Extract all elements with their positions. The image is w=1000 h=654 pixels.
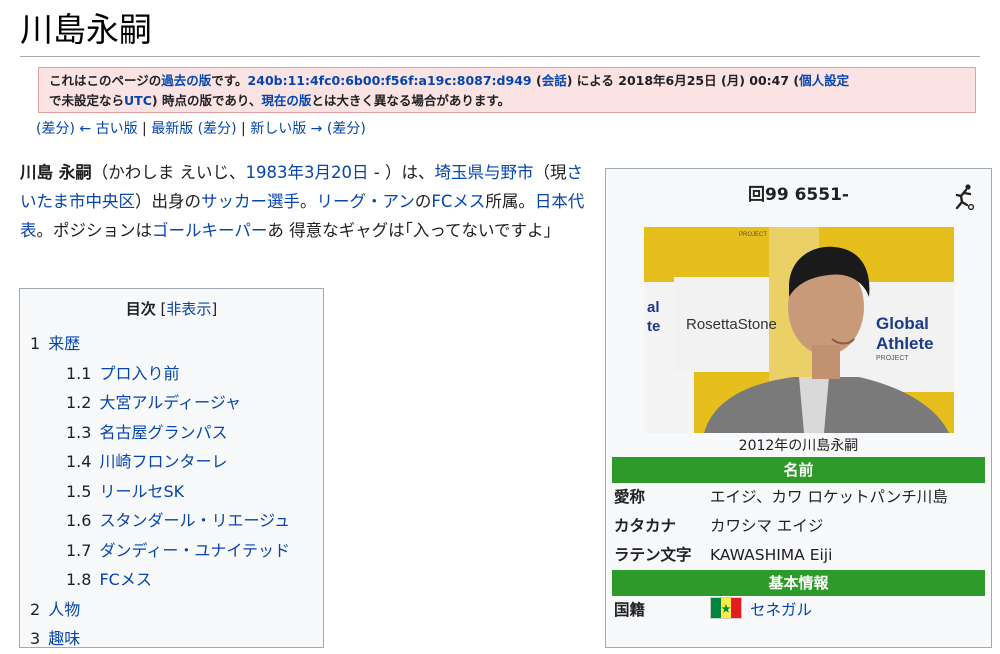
svg-text:RosettaStone: RosettaStone xyxy=(686,316,777,333)
toc-toggle-link[interactable]: 非表示 xyxy=(166,300,211,318)
svg-text:PROJECT: PROJECT xyxy=(876,355,909,362)
toc-item-3[interactable]: 3 趣味 xyxy=(30,624,313,654)
toc-item-1-8[interactable]: 1.8 FCメス xyxy=(30,565,313,595)
toc-item-1-4[interactable]: 1.4 川崎フロンターレ xyxy=(30,447,313,477)
utc-link[interactable]: UTC xyxy=(124,93,152,108)
diff-link-1[interactable]: (差分) xyxy=(36,121,75,137)
senegal-flag-icon[interactable] xyxy=(710,597,742,619)
player-photo[interactable]: RosettaStone PROJECT al te Global Athlet… xyxy=(643,227,954,433)
infobox: 回99 6551- RosettaStone PROJECT al te Glo… xyxy=(605,168,992,648)
infobox-row-nickname: 愛称 エイジ、カワ ロケットパンチ川島 xyxy=(614,488,948,506)
toc-item-1-6[interactable]: 1.6 スタンダール・リエージュ xyxy=(30,506,313,536)
infobox-section-name: 名前 xyxy=(612,457,985,483)
infobox-row-katakana: カタカナ カワシマ エイジ xyxy=(614,517,824,535)
revision-notice: これはこのページの過去の版です。240b:11:4fc0:6b00:f56f:a… xyxy=(38,67,976,113)
club-link[interactable]: FCメス xyxy=(431,192,485,211)
birthplace-link[interactable]: 埼玉県与野市 xyxy=(434,163,533,182)
nationality-link[interactable]: セネガル xyxy=(750,601,812,619)
infobox-section-basic: 基本情報 xyxy=(612,570,985,596)
subject-name: 川島 永嗣 xyxy=(20,163,92,182)
current-revision-link[interactable]: 現在の版 xyxy=(261,93,311,108)
older-revision-link[interactable]: ← 古い版 xyxy=(79,121,137,137)
toc-item-1-2[interactable]: 1.2 大宮アルディージャ xyxy=(30,388,313,418)
diff-link-2[interactable]: (差分) xyxy=(198,121,237,137)
toc-item-1-7[interactable]: 1.7 ダンディー・ユナイテッド xyxy=(30,536,313,566)
toc-item-1[interactable]: 1 来歴 xyxy=(30,329,313,359)
infobox-row-latin: ラテン文字 KAWASHIMA Eiji xyxy=(614,546,833,564)
toc-item-1-5[interactable]: 1.5 リールセSK xyxy=(30,477,313,507)
old-revision-link[interactable]: 過去の版 xyxy=(161,73,211,88)
svg-text:al: al xyxy=(647,299,660,316)
preferences-link[interactable]: 個人設定 xyxy=(799,73,849,88)
infobox-row-nationality: 国籍 セネガル xyxy=(612,596,985,625)
latest-revision-link[interactable]: 最新版 xyxy=(151,121,193,137)
revision-line-2: で未設定ならUTC) 時点の版であり、現在の版とは大きく異なる場合があります。 xyxy=(49,93,511,108)
infobox-title: 回99 6551- xyxy=(610,173,987,217)
toc-list: 1 来歴 1.1 プロ入り前 1.2 大宮アルディージャ 1.3 名古屋グランパス 1.… xyxy=(30,329,313,654)
birthdate-link[interactable]: 1983年3月20日 xyxy=(246,163,369,182)
toc-item-1-1[interactable]: 1.1 プロ入り前 xyxy=(30,359,313,389)
toc-header: 目次 [非表示] xyxy=(125,300,218,318)
intro-paragraph: 川島 永嗣（かわしま えいじ、1983年3月20日 - ）は、埼玉県与野市（現さ… xyxy=(20,163,585,240)
svg-text:te: te xyxy=(647,318,660,335)
diff-link-3[interactable]: (差分) xyxy=(327,121,366,137)
photo-caption: 2012年の川島永嗣 xyxy=(738,438,859,454)
user-talk-link[interactable]: 会話 xyxy=(542,73,567,88)
newer-revision-link[interactable]: 新しい版 → xyxy=(250,121,322,137)
revision-navigation: (差分) ← 古い版 | 最新版 (差分) | 新しい版 → (差分) xyxy=(36,121,366,137)
revision-user-link[interactable]: 240b:11:4fc0:6b00:f56f:a19c:8087:d949 xyxy=(248,73,532,88)
player-photo-image: RosettaStone PROJECT al te Global Athlet… xyxy=(643,227,954,433)
toc-item-2[interactable]: 2 人物 xyxy=(30,595,313,625)
svg-text:Global: Global xyxy=(876,314,929,333)
profession-link[interactable]: サッカー選手 xyxy=(201,192,300,211)
toc-title: 目次 xyxy=(125,300,156,318)
svg-text:Athlete: Athlete xyxy=(876,334,934,353)
toc-item-1-3[interactable]: 1.3 名古屋グランパス xyxy=(30,418,313,448)
soccer-player-icon xyxy=(955,184,975,211)
svg-text:PROJECT: PROJECT xyxy=(739,232,767,238)
table-of-contents: 目次 [非表示] 1 来歴 1.1 プロ入り前 1.2 大宮アルディージャ 1.3 名古… xyxy=(19,288,324,648)
revision-line-1: これはこのページの過去の版です。240b:11:4fc0:6b00:f56f:a… xyxy=(49,73,850,88)
position-link[interactable]: ゴールキーパー xyxy=(152,221,267,240)
league-link[interactable]: リーグ・アン xyxy=(317,192,415,211)
page-title: 川島永嗣 xyxy=(20,4,980,57)
